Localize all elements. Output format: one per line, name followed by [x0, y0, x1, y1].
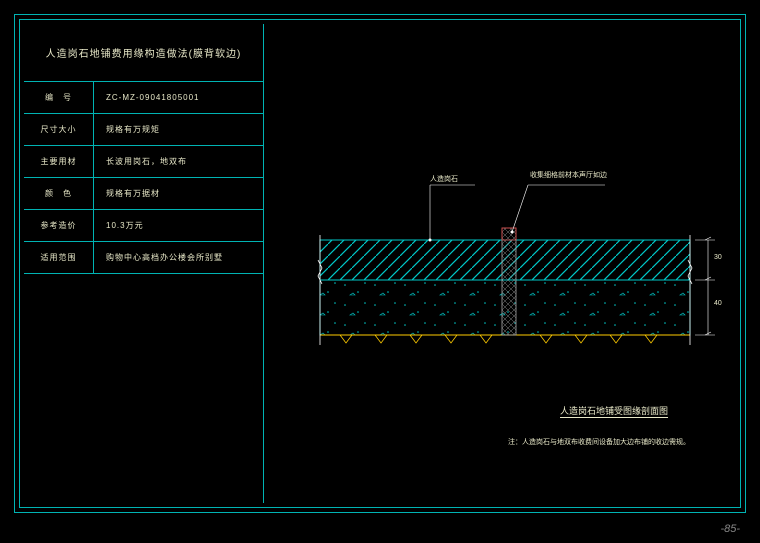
row-value: 10.3万元: [94, 210, 263, 241]
drawing-title: 人造岗石地铺受图缘剖面图: [560, 404, 668, 417]
row-label: 颜 色: [24, 178, 94, 209]
row-value: 购物中心高档办公楼会所别墅: [94, 242, 263, 273]
row-value: 规格有万规矩: [94, 114, 263, 145]
row-value: 长波用岗石，地双布: [94, 146, 263, 177]
leader-label-1: 人造岗石: [430, 174, 458, 184]
info-row: 颜 色 规格有万据材: [24, 178, 263, 210]
info-row: 参考造价 10.3万元: [24, 210, 263, 242]
info-row: 尺寸大小 规格有万规矩: [24, 114, 263, 146]
info-panel: 人造岗石地铺费用缘构造做法(膜背软边) 编 号 ZC-MZ-0904180500…: [24, 24, 264, 503]
drawing-area: 人造岗石 收集细格前材本声厅如边 30 40 人造岗石地铺受图缘剖面图 注：人造…: [280, 40, 720, 487]
dimension-2: 40: [714, 300, 722, 307]
panel-title: 人造岗石地铺费用缘构造做法(膜背软边): [46, 45, 242, 60]
info-row: 适用范围 购物中心高档办公楼会所别墅: [24, 242, 263, 274]
panel-title-row: 人造岗石地铺费用缘构造做法(膜背软边): [24, 24, 263, 82]
outer-frame: 人造岗石地铺费用缘构造做法(膜背软边) 编 号 ZC-MZ-0904180500…: [14, 14, 746, 513]
row-label: 编 号: [24, 82, 94, 113]
info-row: 编 号 ZC-MZ-09041805001: [24, 82, 263, 114]
leader-label-2: 收集细格前材本声厅如边: [530, 170, 620, 180]
inner-frame: 人造岗石地铺费用缘构造做法(膜背软边) 编 号 ZC-MZ-0904180500…: [19, 19, 741, 508]
info-row: 主要用材 长波用岗石，地双布: [24, 146, 263, 178]
drawing-note: 注：人造岗石与地双布收费间设备加大边布铺的收边需规。: [508, 437, 690, 447]
row-label: 主要用材: [24, 146, 94, 177]
dimension-1: 30: [714, 254, 722, 261]
page-number: -85-: [720, 523, 740, 535]
row-value: 规格有万据材: [94, 178, 263, 209]
row-value: ZC-MZ-09041805001: [94, 82, 263, 113]
row-label: 适用范围: [24, 242, 94, 273]
row-label: 尺寸大小: [24, 114, 94, 145]
row-label: 参考造价: [24, 210, 94, 241]
